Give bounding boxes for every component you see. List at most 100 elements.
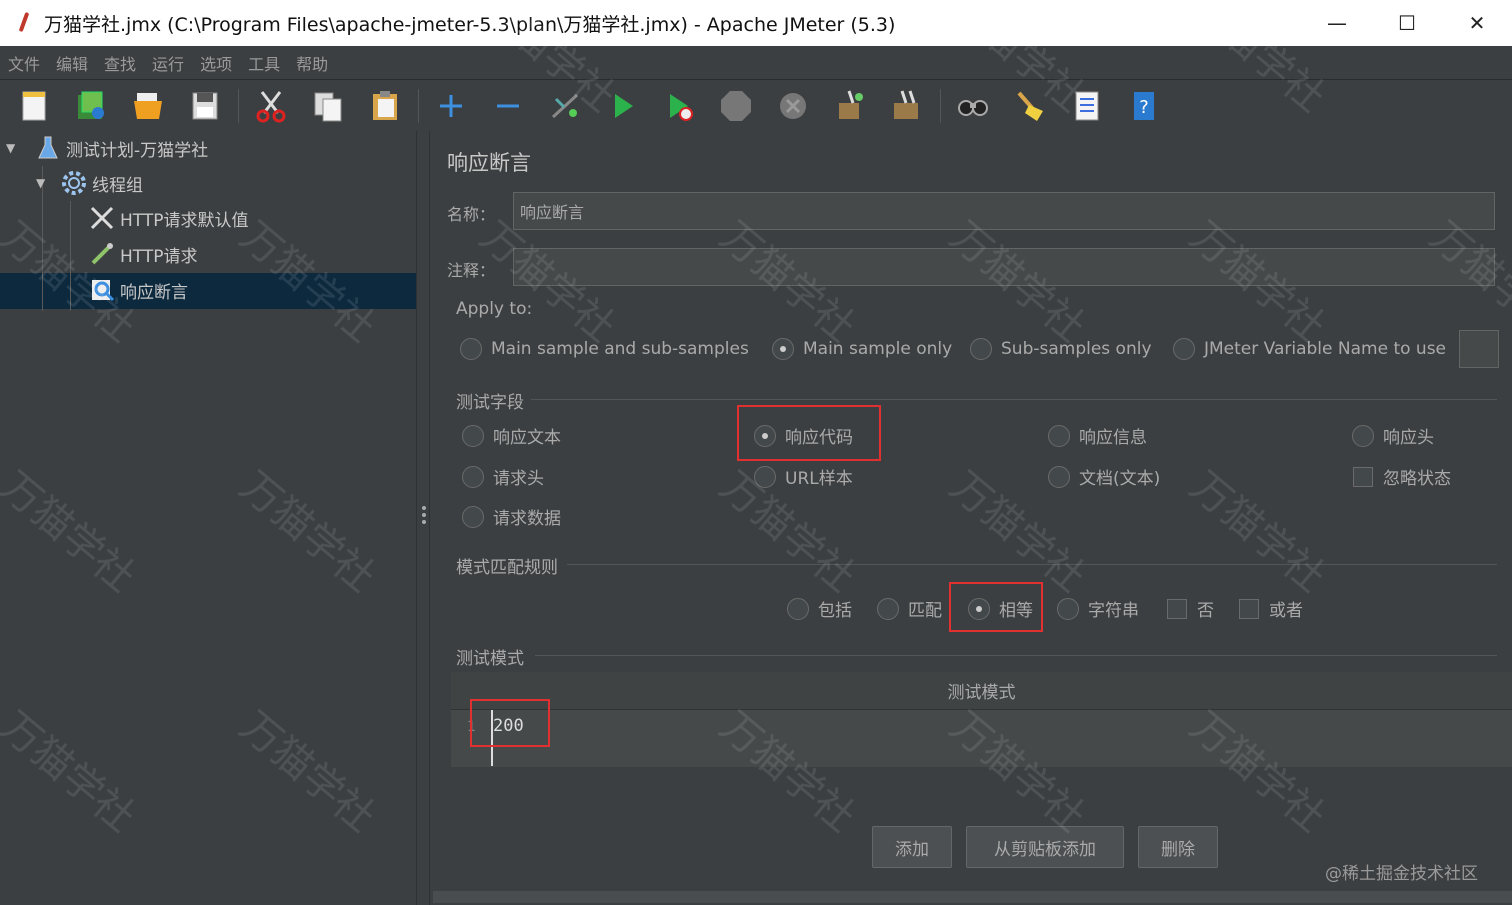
menu-tools[interactable]: 工具 (248, 51, 280, 75)
section-divider (535, 655, 1497, 656)
start-no-pause-icon[interactable] (659, 86, 699, 126)
radio-url-sampled[interactable]: URL样本 (754, 464, 853, 489)
add-button[interactable]: 添加 (872, 826, 952, 868)
magnifier-icon (88, 276, 116, 304)
radio-circle[interactable] (754, 465, 776, 488)
checkbox-box[interactable] (1167, 598, 1187, 619)
paste-icon[interactable] (365, 86, 405, 126)
toolbar-separator (238, 89, 239, 123)
radio-request-headers[interactable]: 请求头 (462, 464, 544, 489)
radio-circle[interactable] (1057, 597, 1079, 620)
tree-node-response-assertion[interactable]: 响应断言 (88, 273, 188, 307)
radio-label: URL样本 (785, 469, 853, 489)
maximize-button[interactable]: ☐ (1372, 0, 1442, 46)
radio-circle[interactable] (877, 597, 899, 620)
checkbox-ignore-status[interactable]: 忽略状态 (1353, 464, 1451, 489)
search-icon[interactable] (953, 86, 993, 126)
radio-circle[interactable] (460, 338, 482, 360)
menu-run[interactable]: 运行 (152, 51, 184, 75)
comment-field[interactable] (513, 248, 1495, 286)
name-field[interactable]: 响应断言 (513, 192, 1495, 230)
toolbar-separator (418, 89, 419, 123)
table-row[interactable]: 1 200 (451, 710, 1512, 767)
radio-circle[interactable] (772, 338, 794, 360)
radio-circle[interactable] (1352, 424, 1374, 447)
radio-matches[interactable]: 匹配 (877, 596, 942, 621)
checkbox-box[interactable] (1239, 598, 1259, 619)
radio-circle[interactable] (462, 424, 484, 447)
tree-node-http-request[interactable]: HTTP请求 (88, 237, 198, 271)
radio-circle[interactable] (970, 338, 992, 360)
wrench-screwdriver-icon (88, 204, 116, 232)
checkbox-label: 否 (1197, 601, 1214, 621)
menu-file[interactable]: 文件 (8, 51, 40, 75)
radio-circle[interactable] (462, 465, 484, 488)
minimize-button[interactable]: — (1302, 0, 1372, 46)
radio-contains[interactable]: 包括 (787, 596, 852, 621)
menu-help[interactable]: 帮助 (296, 51, 328, 75)
radio-circle[interactable] (1048, 424, 1070, 447)
checkbox-box[interactable] (1353, 466, 1373, 487)
pipette-icon (88, 240, 116, 268)
collapse-icon[interactable] (488, 86, 528, 126)
add-from-clipboard-button[interactable]: 从剪贴板添加 (966, 826, 1124, 868)
tree-node-label: 线程组 (92, 175, 143, 196)
collapse-toggle-icon[interactable]: ▼ (6, 141, 20, 155)
radio-request-data[interactable]: 请求数据 (462, 504, 561, 529)
menu-options[interactable]: 选项 (200, 51, 232, 75)
horizontal-scrollbar[interactable] (433, 891, 1512, 903)
shutdown-icon[interactable] (773, 86, 813, 126)
radio-response-text[interactable]: 响应文本 (462, 423, 561, 448)
templates-icon[interactable] (71, 86, 111, 126)
function-helper-icon[interactable] (1067, 86, 1107, 126)
menu-search[interactable]: 查找 (104, 51, 136, 75)
tree-node-label: 测试计划-万猫学社 (66, 140, 209, 161)
radio-main-and-sub[interactable]: Main sample and sub-samples (460, 338, 749, 360)
credit-text: @稀土掘金技术社区 (1325, 864, 1478, 884)
stop-icon[interactable] (716, 86, 756, 126)
radio-jmeter-variable[interactable]: JMeter Variable Name to use (1173, 338, 1446, 360)
menu-edit[interactable]: 编辑 (56, 51, 88, 75)
radio-circle[interactable] (1048, 465, 1070, 488)
radio-label: JMeter Variable Name to use (1204, 339, 1447, 359)
start-icon[interactable] (602, 86, 642, 126)
name-label: 名称： (447, 205, 496, 224)
reset-search-icon[interactable] (1010, 86, 1050, 126)
help-icon[interactable]: ? (1124, 86, 1164, 126)
cut-icon[interactable] (251, 86, 291, 126)
comment-label: 注释： (447, 261, 496, 280)
radio-circle[interactable] (787, 597, 809, 620)
delete-button[interactable]: 删除 (1138, 826, 1218, 868)
jmeter-variable-field[interactable] (1459, 330, 1499, 368)
tree-node-thread-group[interactable]: ▼ 线程组 (36, 166, 143, 200)
tree-node-label: 响应断言 (120, 282, 188, 303)
toggle-icon[interactable] (545, 86, 585, 126)
new-icon[interactable] (14, 86, 54, 126)
tree-selection-highlight (0, 273, 416, 309)
close-button[interactable]: ✕ (1442, 0, 1512, 46)
radio-circle[interactable] (462, 505, 484, 528)
open-icon[interactable] (128, 86, 168, 126)
radio-response-message[interactable]: 响应信息 (1048, 423, 1147, 448)
patterns-table: 测试模式 1 200 (451, 672, 1512, 767)
tree-node-http-defaults[interactable]: HTTP请求默认值 (88, 201, 249, 235)
radio-circle[interactable] (1173, 338, 1195, 360)
toolbar: ? (0, 81, 1512, 131)
radio-document-text[interactable]: 文档(文本) (1048, 464, 1160, 489)
clear-all-icon[interactable] (887, 86, 927, 126)
collapse-toggle-icon[interactable]: ▼ (36, 176, 50, 190)
checkbox-or[interactable]: 或者 (1239, 596, 1303, 621)
checkbox-not[interactable]: 否 (1167, 596, 1214, 621)
save-icon[interactable] (185, 86, 225, 126)
radio-sub-only[interactable]: Sub-samples only (970, 338, 1152, 360)
radio-substring[interactable]: 字符串 (1057, 596, 1139, 621)
radio-response-headers[interactable]: 响应头 (1352, 423, 1434, 448)
radio-label: Sub-samples only (1001, 339, 1152, 359)
tree-node-test-plan[interactable]: ▼ 测试计划-万猫学社 (6, 131, 208, 165)
copy-icon[interactable] (308, 86, 348, 126)
expand-icon[interactable] (431, 86, 471, 126)
panel-splitter[interactable] (416, 131, 430, 905)
radio-label: 请求头 (493, 469, 544, 489)
radio-main-only[interactable]: Main sample only (772, 338, 952, 360)
clear-icon[interactable] (830, 86, 870, 126)
